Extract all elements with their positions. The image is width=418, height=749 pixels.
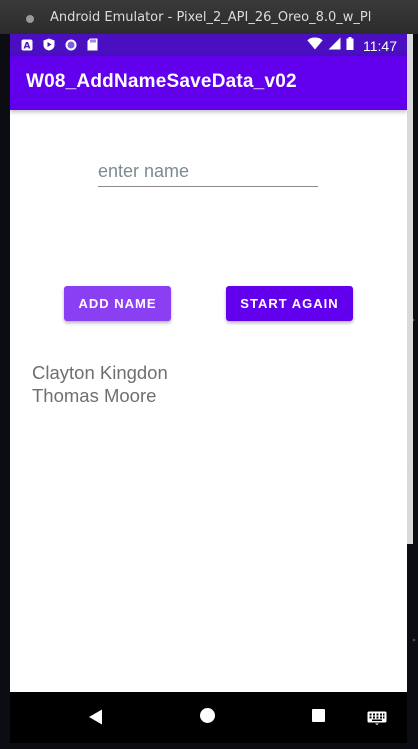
status-notification-icons: A xyxy=(20,38,99,51)
emulator-side-strip xyxy=(407,34,413,544)
recents-icon[interactable] xyxy=(312,709,325,722)
list-item: Thomas Moore xyxy=(32,385,157,406)
app-bar: W08_AddNameSaveData_v02 xyxy=(10,56,407,110)
home-icon[interactable] xyxy=(200,708,215,723)
window-title: Android Emulator - Pixel_2_API_26_Oreo_8… xyxy=(50,9,372,25)
start-again-button[interactable]: START AGAIN xyxy=(226,286,353,321)
status-system-icons: 11:47 xyxy=(307,37,397,54)
wifi-icon xyxy=(307,37,323,54)
sd-card-icon xyxy=(86,38,99,51)
emulator-titlebar[interactable]: Android Emulator - Pixel_2_API_26_Oreo_8… xyxy=(0,0,418,34)
navigation-bar xyxy=(10,692,407,743)
play-protect-icon xyxy=(42,38,55,51)
status-bar: A 11:47 xyxy=(10,34,407,56)
svg-text:A: A xyxy=(23,41,30,51)
name-input[interactable] xyxy=(98,159,318,187)
list-item: Clayton Kingdon xyxy=(32,362,168,383)
window-close-icon[interactable] xyxy=(26,15,34,23)
a-badge-icon: A xyxy=(20,38,33,51)
phone-screen: A 11:47 W08_AddNameSaveData_v02 enter na… xyxy=(10,34,407,743)
status-time: 11:47 xyxy=(363,37,397,54)
add-name-button[interactable]: ADD NAME xyxy=(64,286,171,321)
signal-icon xyxy=(328,37,341,54)
battery-icon xyxy=(346,37,354,54)
back-icon[interactable] xyxy=(88,709,103,729)
names-list: Clayton Kingdon Thomas Moore xyxy=(32,361,168,407)
app-title: W08_AddNameSaveData_v02 xyxy=(26,71,297,92)
circle-icon xyxy=(64,38,77,51)
keyboard-icon[interactable] xyxy=(367,710,387,729)
